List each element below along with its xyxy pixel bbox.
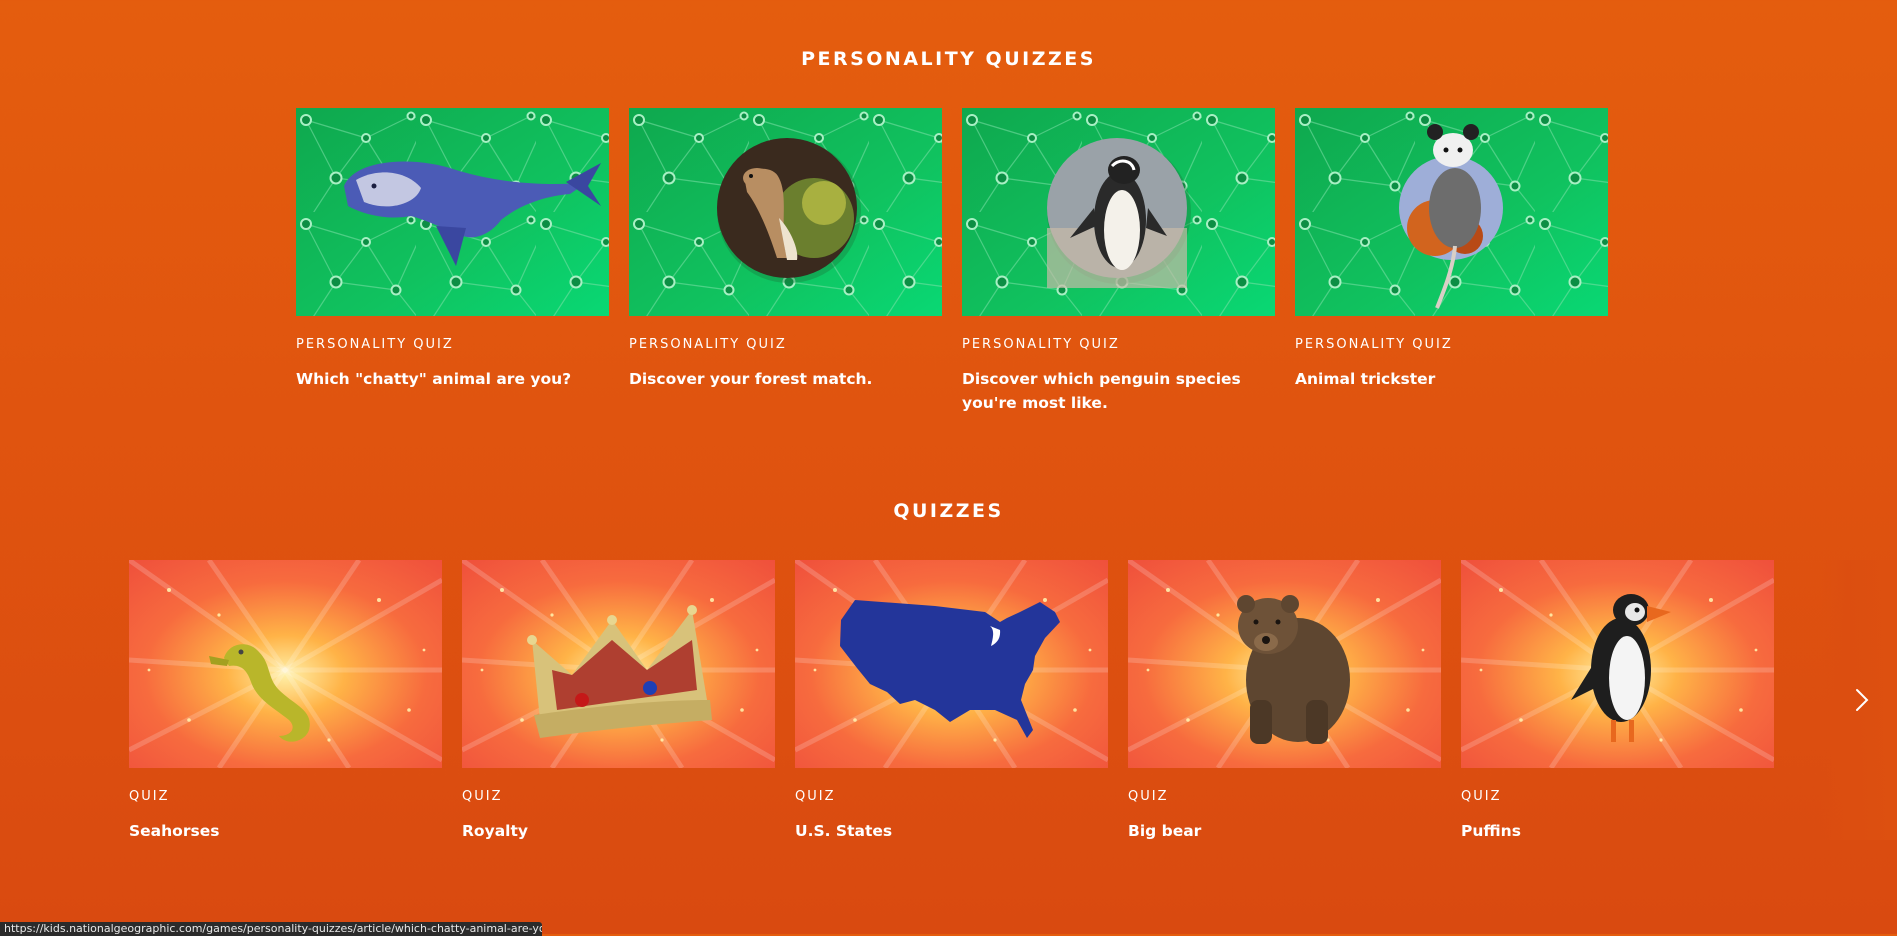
card-title[interactable]: Puffins — [1461, 819, 1761, 843]
penguin-thumbnail[interactable] — [962, 108, 1275, 316]
quiz-card[interactable]: PERSONALITY QUIZ Discover your forest ma… — [629, 108, 942, 415]
quiz-card[interactable]: QUIZ Puffins — [1461, 560, 1774, 843]
card-kicker: QUIZ — [129, 789, 170, 804]
chevron-right-icon — [1856, 689, 1869, 711]
quiz-card[interactable]: PERSONALITY QUIZ Discover which penguin … — [962, 108, 1275, 415]
card-title[interactable]: Royalty — [462, 819, 762, 843]
quiz-card[interactable]: PERSONALITY QUIZ Which "chatty" animal a… — [296, 108, 609, 415]
seahorse-thumbnail[interactable] — [129, 560, 442, 768]
quiz-card[interactable]: QUIZ Big bear — [1128, 560, 1441, 843]
card-kicker: PERSONALITY QUIZ — [629, 337, 787, 352]
card-kicker: QUIZ — [1461, 789, 1502, 804]
card-title[interactable]: Which "chatty" animal are you? — [296, 367, 596, 391]
quiz-card[interactable]: QUIZ Royalty — [462, 560, 775, 843]
card-kicker: PERSONALITY QUIZ — [1295, 337, 1453, 352]
puffin-thumbnail[interactable] — [1461, 560, 1774, 768]
card-kicker: QUIZ — [462, 789, 503, 804]
card-kicker: QUIZ — [795, 789, 836, 804]
card-title[interactable]: U.S. States — [795, 819, 1095, 843]
weasel-thumbnail[interactable] — [629, 108, 942, 316]
quiz-card[interactable]: QUIZ U.S. States — [795, 560, 1108, 843]
section-title-quizzes: QUIZZES — [893, 500, 1004, 522]
card-title[interactable]: Animal trickster — [1295, 367, 1595, 391]
bear-thumbnail[interactable] — [1128, 560, 1441, 768]
crown-thumbnail[interactable] — [462, 560, 775, 768]
personality-quiz-row: PERSONALITY QUIZ Which "chatty" animal a… — [296, 108, 1608, 415]
quiz-carousel: QUIZ Seahorses QUIZ Royalty QUIZ U.S. St… — [129, 560, 1774, 843]
card-title[interactable]: Discover your forest match. — [629, 367, 929, 391]
dolphin-thumbnail[interactable] — [296, 108, 609, 316]
card-kicker: QUIZ — [1128, 789, 1169, 804]
card-title[interactable]: Big bear — [1128, 819, 1428, 843]
status-url: https://kids.nationalgeographic.com/game… — [4, 922, 542, 935]
quiz-card[interactable]: PERSONALITY QUIZ Animal trickster — [1295, 108, 1608, 415]
card-title[interactable]: Discover which penguin species you're mo… — [962, 367, 1262, 415]
section-title-personality-quizzes: PERSONALITY QUIZZES — [801, 48, 1096, 70]
card-kicker: PERSONALITY QUIZ — [296, 337, 454, 352]
opossum-thumbnail[interactable] — [1295, 108, 1608, 316]
card-kicker: PERSONALITY QUIZ — [962, 337, 1120, 352]
usa-map-thumbnail[interactable] — [795, 560, 1108, 768]
carousel-next-button[interactable] — [1847, 685, 1877, 715]
quiz-card[interactable]: QUIZ Seahorses — [129, 560, 442, 843]
card-title[interactable]: Seahorses — [129, 819, 429, 843]
